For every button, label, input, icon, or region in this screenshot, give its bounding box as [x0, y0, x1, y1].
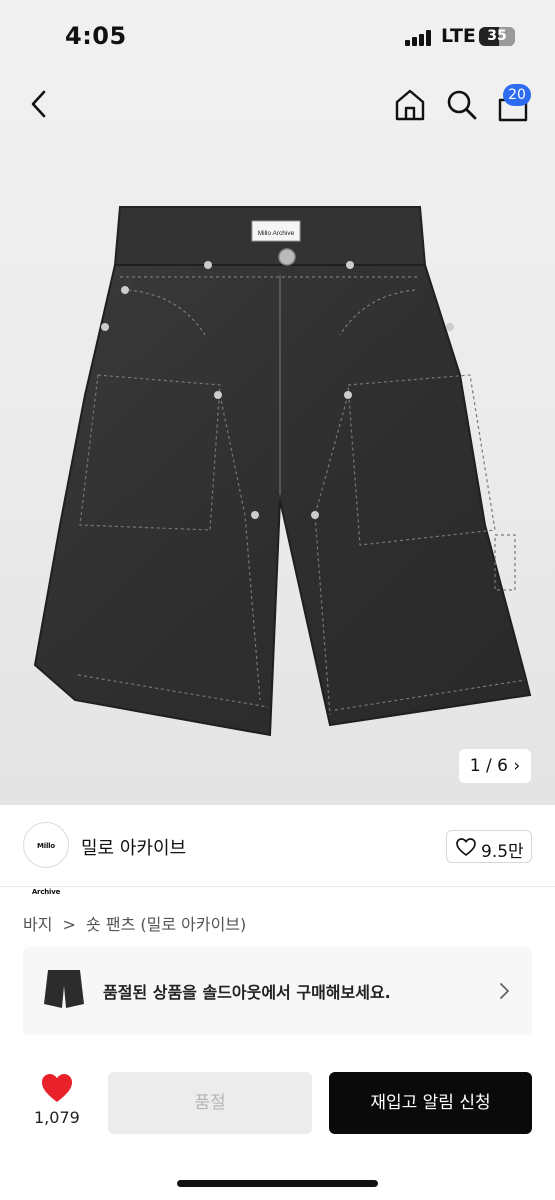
- home-indicator: [177, 1180, 378, 1187]
- brand-like-count: 9.5만: [481, 842, 524, 862]
- product-thumbnail: [44, 970, 84, 1008]
- product-photo[interactable]: Millo Archive: [30, 195, 540, 755]
- status-time: 4:05: [65, 22, 127, 50]
- brand-logo[interactable]: Millo Archive: [23, 822, 69, 896]
- back-icon[interactable]: [22, 86, 58, 122]
- breadcrumb: 바지 > 숏 팬츠 (밀로 아카이브): [23, 911, 251, 935]
- breadcrumb-category[interactable]: 바지: [23, 915, 52, 934]
- home-icon[interactable]: [391, 86, 429, 124]
- brand-name[interactable]: 밀로 아카이브: [81, 834, 186, 860]
- chevron-right-icon: [500, 983, 509, 999]
- brand-like-button[interactable]: 9.5만: [446, 830, 532, 863]
- search-icon[interactable]: [444, 87, 480, 123]
- battery-level: 35: [487, 28, 507, 44]
- soldout-banner[interactable]: 품절된 상품을 솔드아웃에서 구매해보세요.: [23, 947, 532, 1035]
- signal-icon: [405, 30, 433, 46]
- status-bar: 4:05 LTE 35: [0, 0, 555, 75]
- battery-icon: 35: [479, 27, 515, 46]
- heart-filled-icon[interactable]: [40, 1072, 74, 1104]
- sold-out-button: 품절: [108, 1072, 312, 1134]
- pager-label: 1 / 6: [469, 756, 508, 776]
- breadcrumb-separator: >: [62, 915, 76, 934]
- restock-notify-button[interactable]: 재입고 알림 신청: [329, 1072, 532, 1134]
- garment-label: Millo Archive: [258, 230, 295, 237]
- chevron-right-icon: ›: [513, 756, 521, 776]
- heart-outline-icon: [456, 838, 476, 856]
- network-label: LTE: [441, 25, 476, 47]
- brand-row: Millo Archive 밀로 아카이브 9.5만: [0, 805, 555, 896]
- wish-count: 1,079: [34, 1108, 80, 1127]
- product-image-area: 4:05 LTE 35 20 Millo Archive 1 / 6 ›: [0, 0, 555, 805]
- breadcrumb-subcategory[interactable]: 숏 팬츠 (밀로 아카이브): [86, 915, 246, 934]
- image-pager[interactable]: 1 / 6 ›: [459, 749, 531, 783]
- soldout-banner-text: 품절된 상품을 솔드아웃에서 구매해보세요.: [103, 983, 391, 1002]
- cart-count-badge: 20: [503, 84, 531, 106]
